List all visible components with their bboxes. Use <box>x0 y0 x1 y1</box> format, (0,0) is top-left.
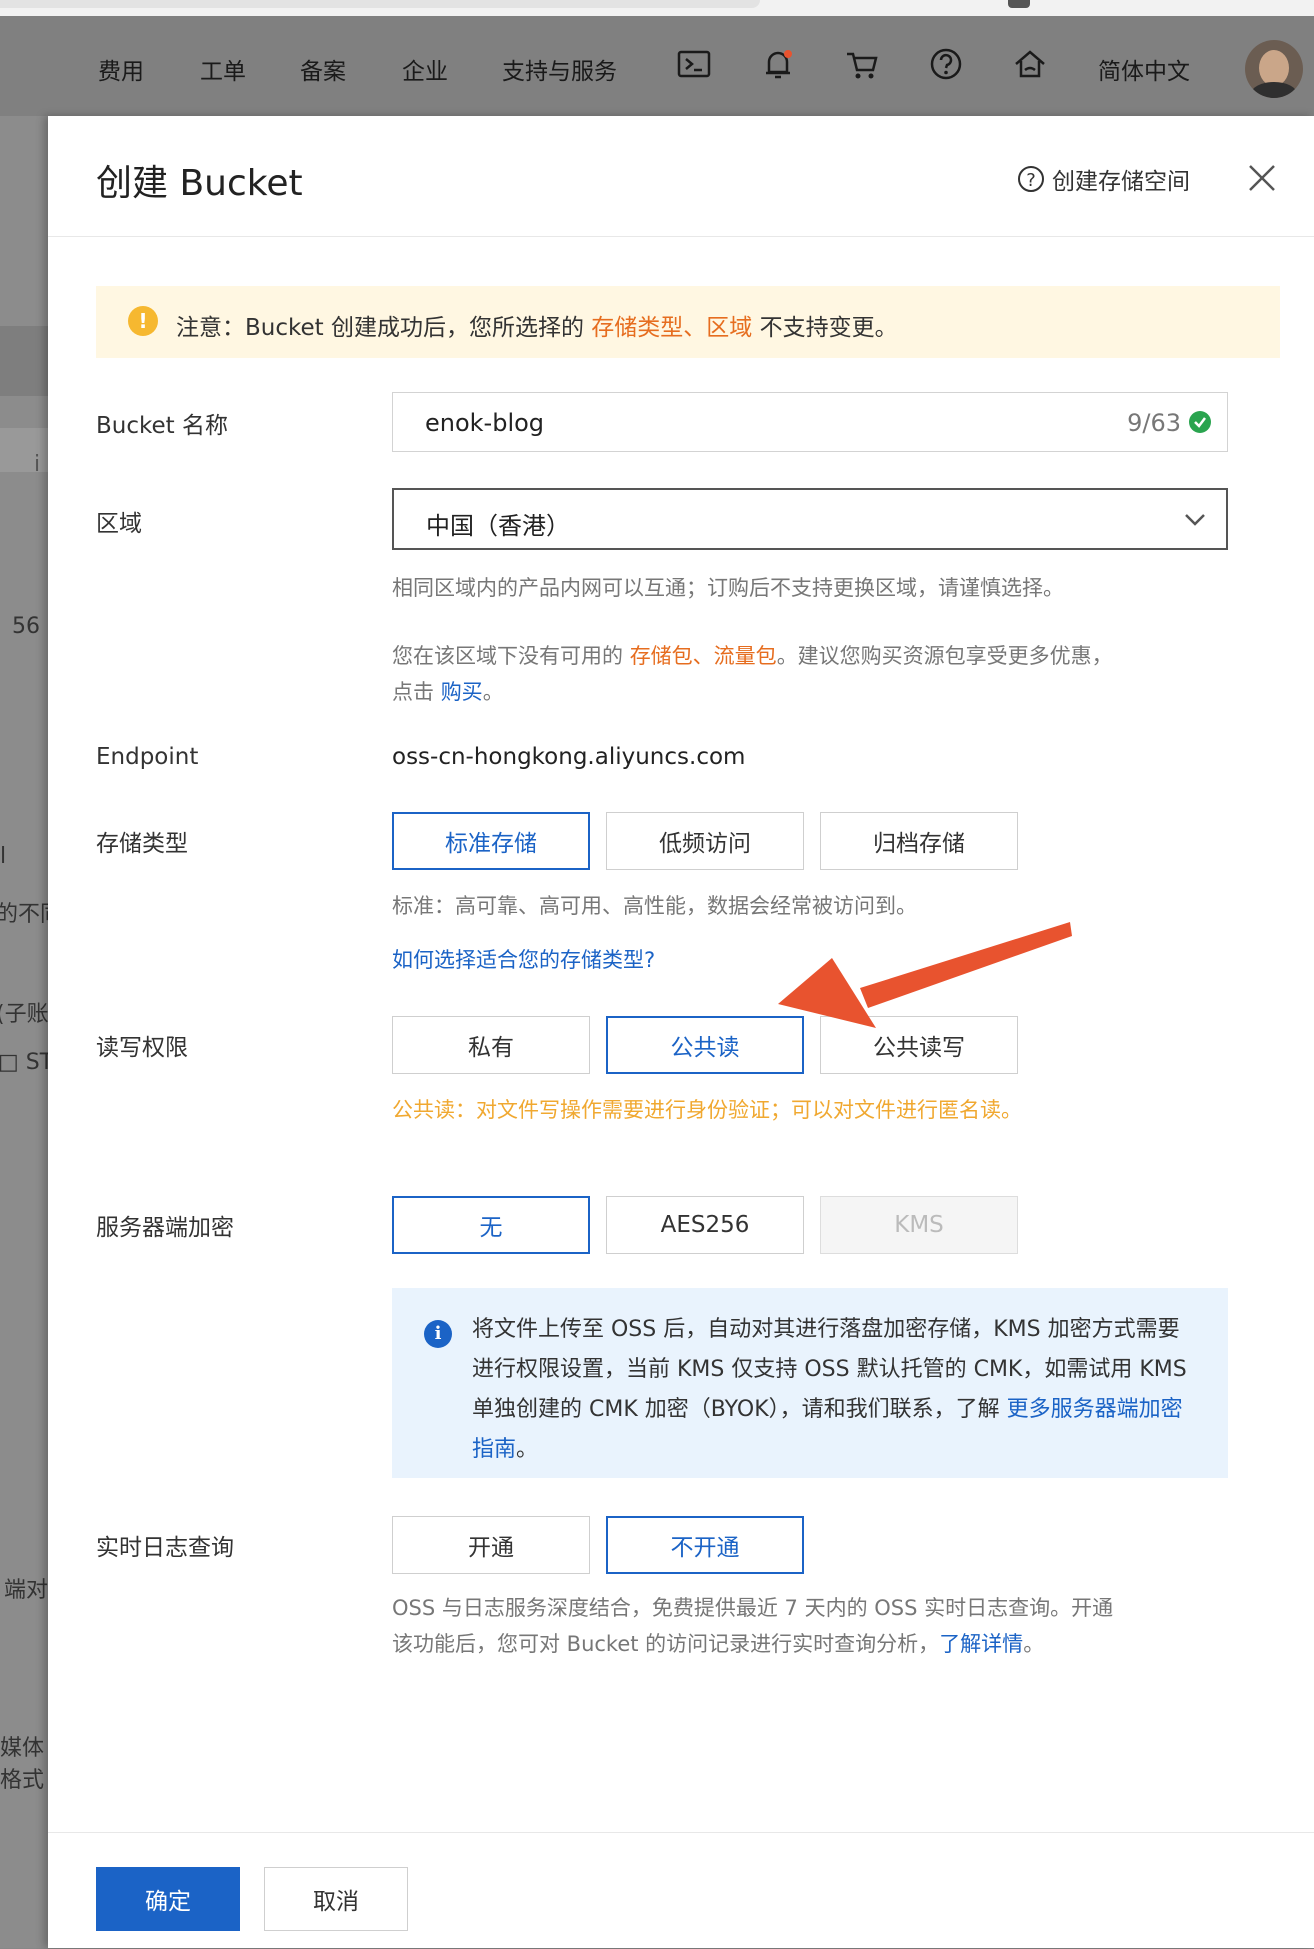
log-enable-option[interactable]: 开通 <box>392 1516 590 1574</box>
avatar[interactable] <box>1245 40 1303 98</box>
close-icon[interactable] <box>1244 160 1280 196</box>
resource-pack-link[interactable]: 存储包、流量包 <box>630 644 777 668</box>
nav-icp[interactable]: 备案 <box>300 52 346 86</box>
resource-pack-hint: 您在该区域下没有可用的 存储包、流量包。建议您购买资源包享受更多优惠， <box>392 644 1113 668</box>
encryption-kms-option: KMS <box>820 1196 1018 1254</box>
encryption-aes256-option[interactable]: AES256 <box>606 1196 804 1254</box>
encryption-none-option[interactable]: 无 <box>392 1196 590 1254</box>
region-label: 区域 <box>96 511 142 537</box>
background-page: i 56 l 的不同 (子账 □ ST 端对 媒体 格式 <box>0 116 48 1948</box>
region-value: 中国（香港） <box>426 512 570 540</box>
help-link-label: 创建存储空间 <box>1052 169 1190 195</box>
bg-fragment: 56 <box>12 614 40 639</box>
question-icon: ? <box>1018 166 1044 192</box>
region-select[interactable]: 中国（香港） <box>392 488 1228 550</box>
notice-storage-type: 存储类型 <box>591 315 684 341</box>
notice-region: 区域 <box>706 315 753 341</box>
acl-label: 读写权限 <box>96 1035 188 1061</box>
nav-support[interactable]: 支持与服务 <box>502 52 617 86</box>
bg-fragment: 端对 <box>4 1578 48 1603</box>
create-bucket-panel: 创建 Bucket ? 创建存储空间 ! 注意：Bucket 创建成功后，您所选… <box>48 116 1314 1948</box>
purchase-link[interactable]: 购买 <box>441 680 483 704</box>
browser-strip <box>0 0 1314 16</box>
bg-fragment: (子账 <box>0 1002 48 1027</box>
avatar-face <box>1259 50 1289 86</box>
bg-fragment: i <box>34 452 41 477</box>
storage-archive-option[interactable]: 归档存储 <box>820 812 1018 870</box>
cart-icon[interactable] <box>844 46 880 82</box>
endpoint-label: Endpoint <box>96 744 199 770</box>
check-icon <box>1189 411 1211 433</box>
notice-banner: ! 注意：Bucket 创建成功后，您所选择的 存储类型、区域 不支持变更。 <box>96 286 1280 358</box>
realtime-log-hint: OSS 与日志服务深度结合，免费提供最近 7 天内的 OSS 实时日志查询。开通 <box>392 1596 1114 1620</box>
info-icon: i <box>424 1320 452 1348</box>
nav-enterprise[interactable]: 企业 <box>402 52 448 86</box>
storage-standard-option[interactable]: 标准存储 <box>392 812 590 870</box>
storage-class-label: 存储类型 <box>96 831 188 857</box>
bucket-name-label: Bucket 名称 <box>96 413 228 439</box>
bg-fragment: l <box>0 844 7 869</box>
help-icon[interactable] <box>928 46 964 82</box>
panel-title: 创建 Bucket <box>96 163 303 204</box>
create-storage-help-link[interactable]: ? 创建存储空间 <box>1018 162 1190 196</box>
bg-fragment: □ ST <box>0 1050 48 1075</box>
bg-fragment: 的不同 <box>0 902 48 927</box>
encryption-info-text: 将文件上传至 OSS 后，自动对其进行落盘加密存储，KMS 加密方式需要进行权限… <box>472 1317 1187 1462</box>
nav-ticket[interactable]: 工单 <box>200 52 246 86</box>
region-hint: 相同区域内的产品内网可以互通；订购后不支持更换区域，请谨慎选择。 <box>392 576 1064 600</box>
bg-block <box>0 428 48 472</box>
log-disable-option[interactable]: 不开通 <box>606 1516 804 1574</box>
acl-private-option[interactable]: 私有 <box>392 1016 590 1074</box>
storage-class-guide-link[interactable]: 如何选择适合您的存储类型? <box>392 942 655 978</box>
purchase-hint: 点击 购买。 <box>392 680 504 704</box>
acl-hint: 公共读：对文件写操作需要进行身份验证；可以对文件进行匿名读。 <box>392 1098 1022 1122</box>
storage-class-hint: 标准：高可靠、高可用、高性能，数据会经常被访问到。 <box>392 894 917 918</box>
bg-fragment: 格式 <box>0 1768 45 1793</box>
bucket-name-input[interactable]: enok-blog 9/63 <box>392 392 1228 452</box>
realtime-log-label: 实时日志查询 <box>96 1535 234 1561</box>
cancel-button[interactable]: 取消 <box>264 1867 408 1931</box>
bell-icon[interactable] <box>760 46 796 82</box>
nav-language[interactable]: 简体中文 <box>1098 52 1190 86</box>
endpoint-value: oss-cn-hongkong.aliyuncs.com <box>392 744 746 770</box>
acl-public-read-option[interactable]: 公共读 <box>606 1016 804 1074</box>
bucket-name-count: 9/63 <box>1127 409 1181 437</box>
encryption-label: 服务器端加密 <box>96 1215 234 1241</box>
top-navigation: 费用 工单 备案 企业 支持与服务 简体中文 <box>0 16 1314 116</box>
warning-icon: ! <box>128 306 158 336</box>
home-icon[interactable] <box>1012 46 1048 82</box>
acl-public-read-write-option[interactable]: 公共读写 <box>820 1016 1018 1074</box>
confirm-button[interactable]: 确定 <box>96 1867 240 1931</box>
panel-header: 创建 Bucket ? 创建存储空间 <box>48 116 1314 237</box>
avatar-shirt <box>1251 82 1297 98</box>
bucket-name-value: enok-blog <box>425 409 545 437</box>
nav-billing[interactable]: 费用 <box>98 52 144 86</box>
browser-badge <box>1008 0 1030 8</box>
address-bar <box>0 0 760 8</box>
storage-ia-option[interactable]: 低频访问 <box>606 812 804 870</box>
bg-fragment: 媒体 <box>0 1736 45 1761</box>
encryption-info-box: i 将文件上传至 OSS 后，自动对其进行落盘加密存储，KMS 加密方式需要进行… <box>392 1288 1228 1478</box>
learn-more-link[interactable]: 了解详情 <box>939 1632 1023 1656</box>
bg-block <box>0 326 48 396</box>
chevron-down-icon <box>1185 514 1205 526</box>
notice-text: 注意：Bucket 创建成功后，您所选择的 存储类型、区域 不支持变更。 <box>176 315 898 341</box>
terminal-icon[interactable] <box>676 46 712 82</box>
panel-footer: 确定 取消 <box>48 1832 1314 1949</box>
realtime-log-hint-2: 该功能后，您可对 Bucket 的访问记录进行实时查询分析，了解详情。 <box>392 1632 1045 1656</box>
